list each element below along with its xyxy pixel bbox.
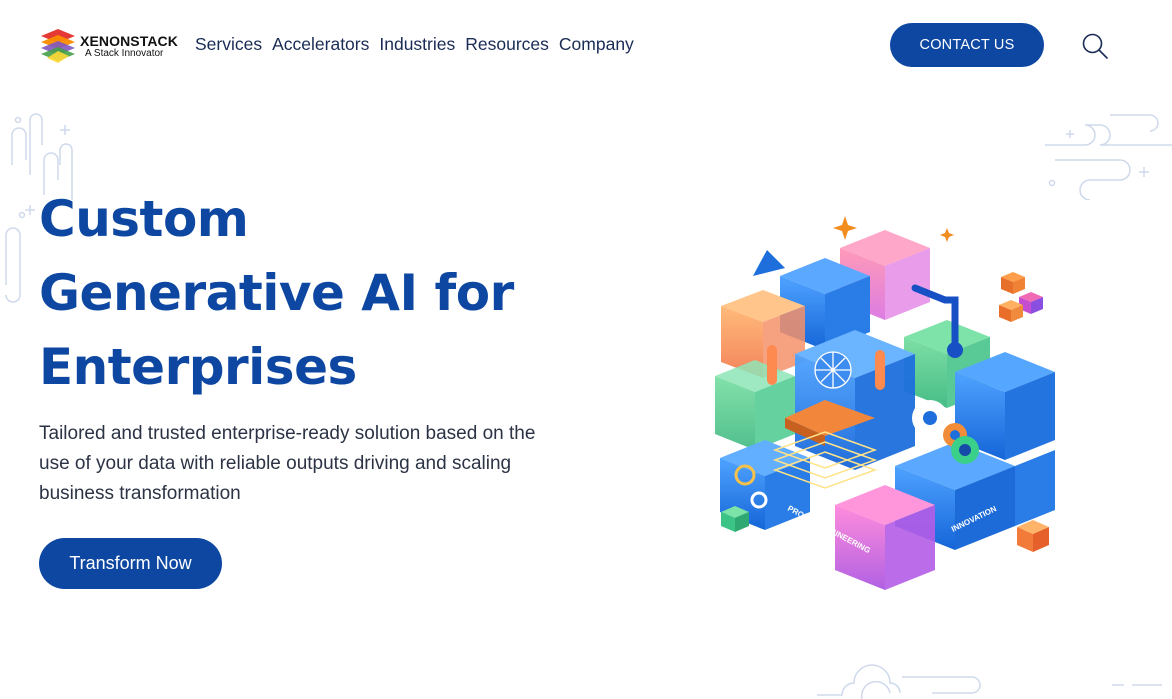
hero-description: Tailored and trusted enterprise-ready so…: [39, 423, 536, 504]
nav-item-services[interactable]: Services: [195, 34, 262, 55]
hero-title-line-3: Enterprises: [39, 338, 357, 396]
nav-item-accelerators[interactable]: Accelerators: [272, 34, 369, 55]
brand-logo[interactable]: XENONSTACK A Stack Innovator: [39, 26, 189, 66]
hero-title: Custom Generative AI for Enterprises: [39, 182, 599, 404]
contact-us-button[interactable]: CONTACT US: [890, 23, 1044, 67]
generative-ai-cubes-illustration: PROMPT ENGINEERING INNOVATION: [715, 216, 1055, 590]
nav-item-company[interactable]: Company: [559, 34, 634, 55]
hero-title-line-1: Custom: [39, 190, 249, 248]
search-icon[interactable]: [1081, 32, 1109, 60]
nav-item-resources[interactable]: Resources: [465, 34, 549, 55]
main-nav: Services Accelerators Industries Resourc…: [195, 34, 644, 55]
decorative-cloud-right-icon: [1045, 114, 1172, 200]
transform-now-button[interactable]: Transform Now: [39, 538, 222, 589]
brand-name: XENONSTACK: [80, 32, 178, 49]
decorative-cloud-bottom-icon: [817, 664, 1162, 699]
xenonstack-logo-icon: [41, 29, 75, 63]
nav-item-industries[interactable]: Industries: [379, 34, 455, 55]
brand-tagline: A Stack Innovator: [85, 47, 164, 59]
hero-title-line-2: Generative AI for: [39, 264, 514, 322]
site-header: XENONSTACK A Stack Innovator Services Ac…: [0, 0, 1172, 90]
